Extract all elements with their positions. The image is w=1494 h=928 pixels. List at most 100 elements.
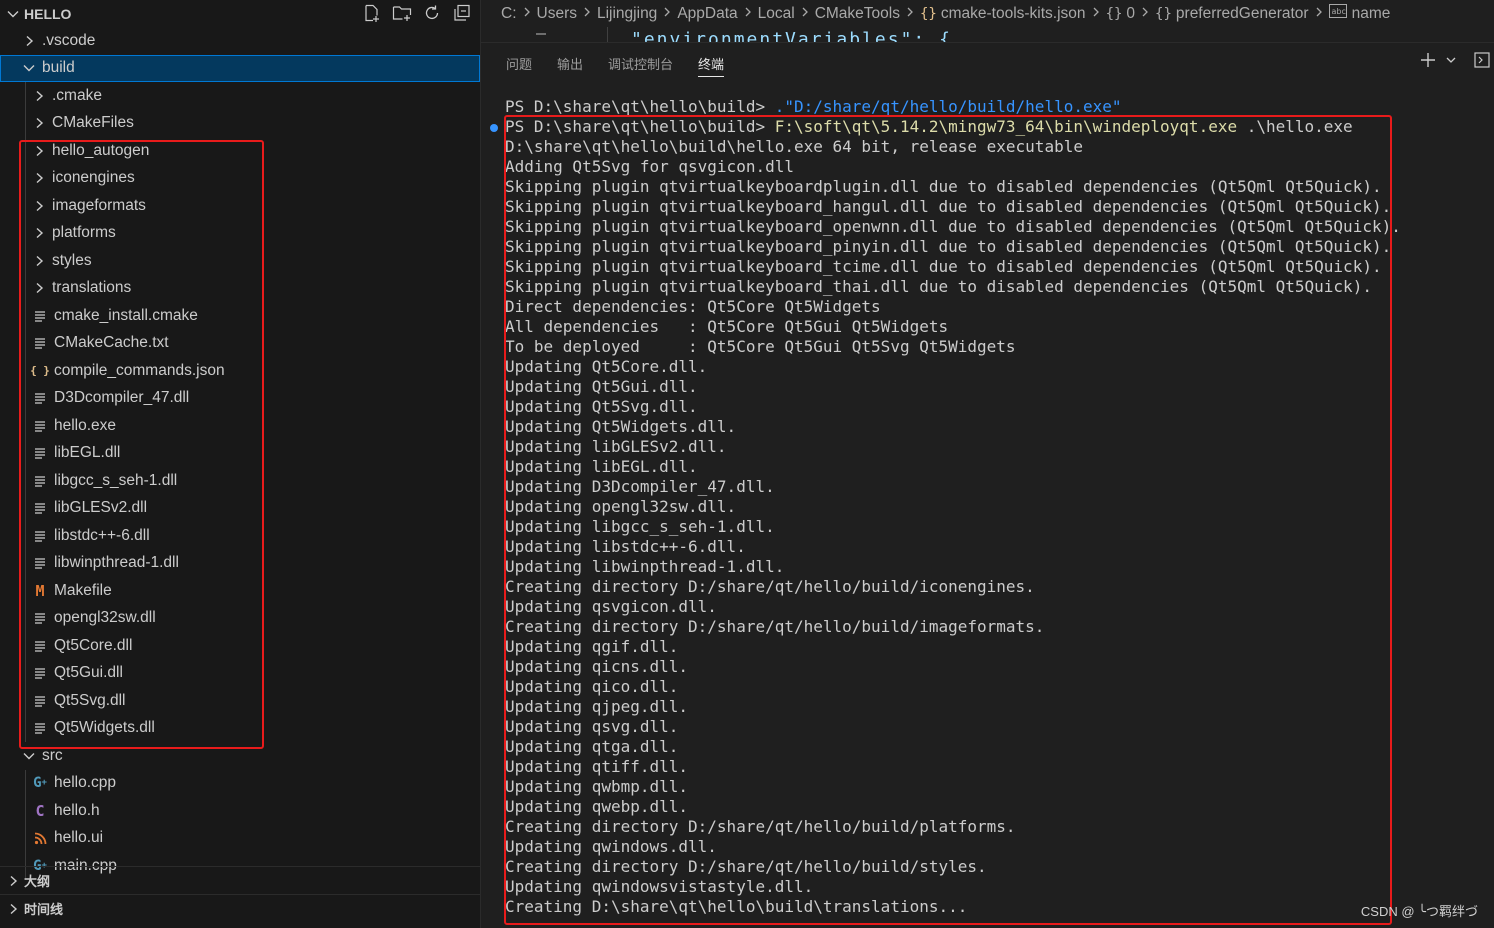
folder-item[interactable]: .vscode [0, 27, 480, 55]
file-item[interactable]: { } compile_commands.json [0, 357, 480, 385]
file-item[interactable]: G + hello.cpp [0, 769, 480, 797]
tree-item-label: hello.cpp [54, 774, 117, 792]
terminal-dropdown-icon[interactable] [1444, 50, 1458, 70]
terminal-line-text: Updating libgcc_s_seh-1.dll. [505, 517, 775, 536]
folder-item[interactable]: .cmake [0, 82, 480, 110]
terminal-line-text: Updating qgif.dll. [505, 637, 679, 656]
folder-item[interactable]: platforms [0, 219, 480, 247]
outline-section[interactable]: 大纲 [0, 866, 480, 894]
folder-item[interactable]: styles [0, 247, 480, 275]
breadcrumb-separator-icon [800, 5, 810, 23]
breadcrumb-label: name [1351, 4, 1391, 22]
chevron-right-icon [32, 254, 46, 268]
file-item[interactable]: Qt5Widgets.dll [0, 714, 480, 742]
folder-item[interactable]: imageformats [0, 192, 480, 220]
file-item[interactable]: libGLESv2.dll [0, 494, 480, 522]
terminal-line: Creating D:\share\qt\hello\build\transla… [505, 897, 1485, 917]
breadcrumb-item[interactable]: abc name [1328, 4, 1391, 23]
terminal-line-text: Direct dependencies: Qt5Core Qt5Widgets [505, 297, 881, 316]
tree-item-label: cmake_install.cmake [54, 306, 198, 324]
terminal-line-text: Creating D:\share\qt\hello\build\transla… [505, 897, 968, 916]
folder-item[interactable]: src [0, 742, 480, 770]
indent-guide [25, 687, 26, 715]
terminal-line-text: D:\share\qt\hello\build\hello.exe 64 bit… [505, 137, 1083, 156]
breadcrumb-item[interactable]: CMakeTools [815, 5, 900, 23]
folder-item[interactable]: hello_autogen [0, 137, 480, 165]
breadcrumb-item[interactable]: {} 0 [1106, 5, 1135, 23]
terminal-line: Updating qgif.dll. [505, 637, 1485, 657]
panel-tab[interactable]: 终端 [698, 43, 725, 83]
chevron-right-icon [32, 226, 46, 240]
file-item[interactable]: libstdc++-6.dll [0, 522, 480, 550]
panel-tab[interactable]: 输出 [557, 43, 583, 83]
file-item[interactable]: D3Dcompiler_47.dll [0, 384, 480, 412]
file-item[interactable]: Qt5Core.dll [0, 632, 480, 660]
terminal-line-text: Updating qtiff.dll. [505, 757, 689, 776]
timeline-section[interactable]: 时间线 [0, 894, 480, 922]
json-object-icon: {} [1105, 5, 1123, 22]
tree-item-label: iconengines [52, 169, 135, 187]
new-folder-icon[interactable] [392, 3, 412, 23]
terminal-line-text: Creating directory D:/share/qt/hello/bui… [505, 577, 1035, 596]
file-item[interactable]: hello.ui [0, 824, 480, 852]
chevron-right-icon [32, 89, 46, 103]
folder-item[interactable]: CMakeFiles [0, 109, 480, 137]
file-item[interactable]: hello.exe [0, 412, 480, 440]
file-item[interactable]: M Makefile [0, 577, 480, 605]
terminal-line: Updating D3Dcompiler_47.dll. [505, 477, 1485, 497]
terminal-line: Updating Qt5Gui.dll. [505, 377, 1485, 397]
explorer-root[interactable]: HELLO [6, 6, 71, 22]
refresh-icon[interactable] [422, 3, 442, 23]
file-tree: .vscode build .cmake CMakeFiles hello_autoge… [0, 27, 480, 880]
text-file-icon [32, 308, 48, 324]
file-item[interactable]: CMakeCache.txt [0, 329, 480, 357]
terminal-line-text: Updating D3Dcompiler_47.dll. [505, 477, 775, 496]
terminal-line-text: Updating qwindows.dll. [505, 837, 717, 856]
indent-guide [25, 219, 26, 247]
explorer-header[interactable]: HELLO [0, 0, 480, 27]
indent-guide [25, 494, 26, 522]
folder-item[interactable]: build [0, 54, 480, 82]
file-item[interactable]: Chello.h [0, 797, 480, 825]
new-terminal-icon[interactable] [1418, 50, 1438, 70]
chevron-down-icon [7, 10, 19, 17]
breadcrumb-label: Local [757, 4, 795, 22]
file-item[interactable]: cmake_install.cmake [0, 302, 480, 330]
breadcrumb-item[interactable]: Users [537, 5, 577, 23]
breadcrumb-item[interactable]: AppData [677, 5, 737, 23]
chevron-right-icon [32, 116, 46, 130]
tree-item-label: libGLESv2.dll [54, 499, 148, 517]
breadcrumb-item[interactable]: C: [501, 5, 517, 23]
breadcrumb-item[interactable]: Lijingjing [597, 5, 657, 23]
file-item[interactable]: libgcc_s_seh-1.dll [0, 467, 480, 495]
breadcrumb-separator-icon [662, 5, 672, 23]
main-area: C: Users Lijingjing AppData Local CMakeTools {… [481, 0, 1494, 928]
terminal-line-text: Skipping plugin qtvirtualkeyboard_hangul… [505, 197, 1392, 216]
new-file-icon[interactable] [362, 3, 382, 23]
breadcrumb-label: 0 [1126, 4, 1136, 22]
terminal-line-text: Updating qico.dll. [505, 677, 679, 696]
tree-item-label: Qt5Core.dll [54, 636, 133, 654]
collapse-all-icon[interactable] [452, 3, 472, 23]
breadcrumb-separator-icon [1140, 5, 1150, 23]
file-item[interactable]: libEGL.dll [0, 439, 480, 467]
file-item[interactable]: opengl32sw.dll [0, 604, 480, 632]
panel-tab[interactable]: 调试控制台 [608, 43, 673, 83]
maximize-panel-icon[interactable] [1470, 50, 1494, 70]
tree-item-label: CMakeFiles [52, 114, 134, 132]
breadcrumb-item[interactable]: {} preferredGenerator [1155, 5, 1309, 23]
folder-item[interactable]: iconengines [0, 164, 480, 192]
file-item[interactable]: Qt5Gui.dll [0, 659, 480, 687]
terminal-line: Skipping plugin qtvirtualkeyboard_pinyin… [505, 237, 1485, 257]
panel-tab[interactable]: 问题 [506, 43, 532, 83]
tree-item-label: libgcc_s_seh-1.dll [54, 471, 178, 489]
file-item[interactable]: Qt5Svg.dll [0, 687, 480, 715]
breadcrumb-separator-icon [522, 5, 532, 23]
folder-item[interactable]: translations [0, 274, 480, 302]
file-item[interactable]: libwinpthread-1.dll [0, 549, 480, 577]
terminal-line: D:\share\qt\hello\build\hello.exe 64 bit… [505, 137, 1485, 157]
breadcrumb-item[interactable]: {} cmake-tools-kits.json [920, 5, 1086, 23]
command-decoration-icon[interactable] [490, 124, 498, 132]
breadcrumb-item[interactable]: Local [758, 5, 795, 23]
terminal-output[interactable]: PS D:\share\qt\hello\build> ."D:/share/q… [505, 97, 1485, 917]
